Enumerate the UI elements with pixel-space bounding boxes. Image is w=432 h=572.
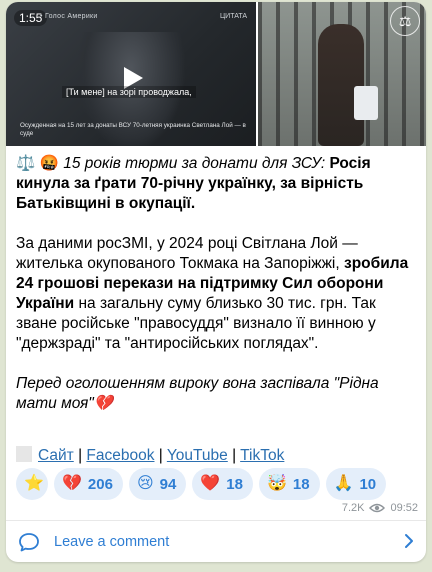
reaction-count: 94: [159, 475, 177, 493]
leave-comment-label: Leave a comment: [54, 533, 170, 550]
view-count: 7.2K: [341, 502, 365, 514]
message-meta: 7.2K 09:52: [342, 502, 418, 514]
heart-icon: ❤️: [200, 475, 221, 492]
message-time: 09:52: [390, 502, 418, 514]
video-brand-right: ЦИТАТА: [220, 13, 248, 20]
reaction-broken-heart[interactable]: 💔 206: [54, 468, 123, 500]
reaction-crying[interactable]: 😢 94: [128, 468, 187, 500]
mind-blown-icon: 🤯: [266, 475, 287, 492]
post-paragraph-3: Перед оголошенням вироку вона заспівала …: [16, 375, 379, 412]
photo-person: [318, 24, 364, 146]
post-text: ⚖️ 🤬 15 років тюрми за донати для ЗСУ: Р…: [16, 154, 418, 434]
chevron-right-icon: [405, 534, 413, 548]
video-quote: [Ти мене] на зорі проводжала,: [62, 86, 196, 98]
link-facebook[interactable]: Facebook: [86, 447, 154, 464]
link-separator: |: [232, 447, 237, 464]
reaction-count: 206: [87, 475, 113, 493]
video-brand: • Голос Америки: [40, 13, 98, 20]
reactions-bar: ⭐ 💔 206 😢 94 ❤️ 18 🤯 18 🙏 10: [16, 468, 387, 502]
headline-emoji: ⚖️ 🤬: [16, 155, 59, 172]
post-paragraph-2: За даними росЗМІ, у 2024 році Світлана Л…: [16, 234, 418, 354]
scales-logo-icon: ⚖: [390, 6, 420, 36]
folded-hands-icon: 🙏: [333, 475, 354, 492]
link-site[interactable]: Сайт: [38, 447, 74, 464]
photo-thumbnail[interactable]: ⚖: [258, 2, 426, 146]
star-icon: ⭐: [24, 475, 44, 492]
photo-bag: [354, 86, 378, 120]
reaction-count: 10: [359, 475, 377, 493]
link-youtube[interactable]: YouTube: [167, 447, 228, 464]
comment-bubble-icon: [19, 533, 39, 552]
square-icon: [16, 446, 32, 462]
reaction-mind-blown[interactable]: 🤯 18: [258, 468, 320, 500]
link-separator: |: [158, 447, 163, 464]
message-card: 1:55 • Голос Америки ЦИТАТА [Ти мене] на…: [6, 2, 426, 562]
eye-icon: [369, 503, 386, 513]
broken-heart-icon: 💔: [62, 475, 82, 492]
link-separator: |: [78, 447, 83, 464]
reaction-count: 18: [226, 475, 243, 493]
reaction-count: 18: [292, 475, 310, 493]
video-caption: Осужденная на 15 лет за донаты ВСУ 70-ле…: [20, 122, 246, 137]
leave-comment-button[interactable]: Leave a comment: [6, 521, 426, 562]
reaction-pray[interactable]: 🙏 10: [325, 468, 387, 500]
video-thumbnail[interactable]: 1:55 • Голос Америки ЦИТАТА [Ти мене] на…: [6, 2, 256, 146]
post-headline: ⚖️ 🤬 15 років тюрми за донати для ЗСУ: Р…: [16, 154, 418, 214]
crying-face-icon: 😢: [136, 475, 154, 492]
media-group: 1:55 • Голос Америки ЦИТАТА [Ти мене] на…: [6, 2, 426, 146]
p2-part-a: За даними росЗМІ, у 2024 році Світлана Л…: [16, 235, 358, 272]
reaction-star[interactable]: ⭐: [16, 468, 48, 500]
link-row: Сайт | Facebook | YouTube | TikTok: [16, 446, 284, 465]
link-tiktok[interactable]: TikTok: [240, 447, 284, 464]
headline-italic: 15 років тюрми за донати для ЗСУ:: [63, 155, 326, 172]
reaction-heart[interactable]: ❤️ 18: [192, 468, 253, 500]
